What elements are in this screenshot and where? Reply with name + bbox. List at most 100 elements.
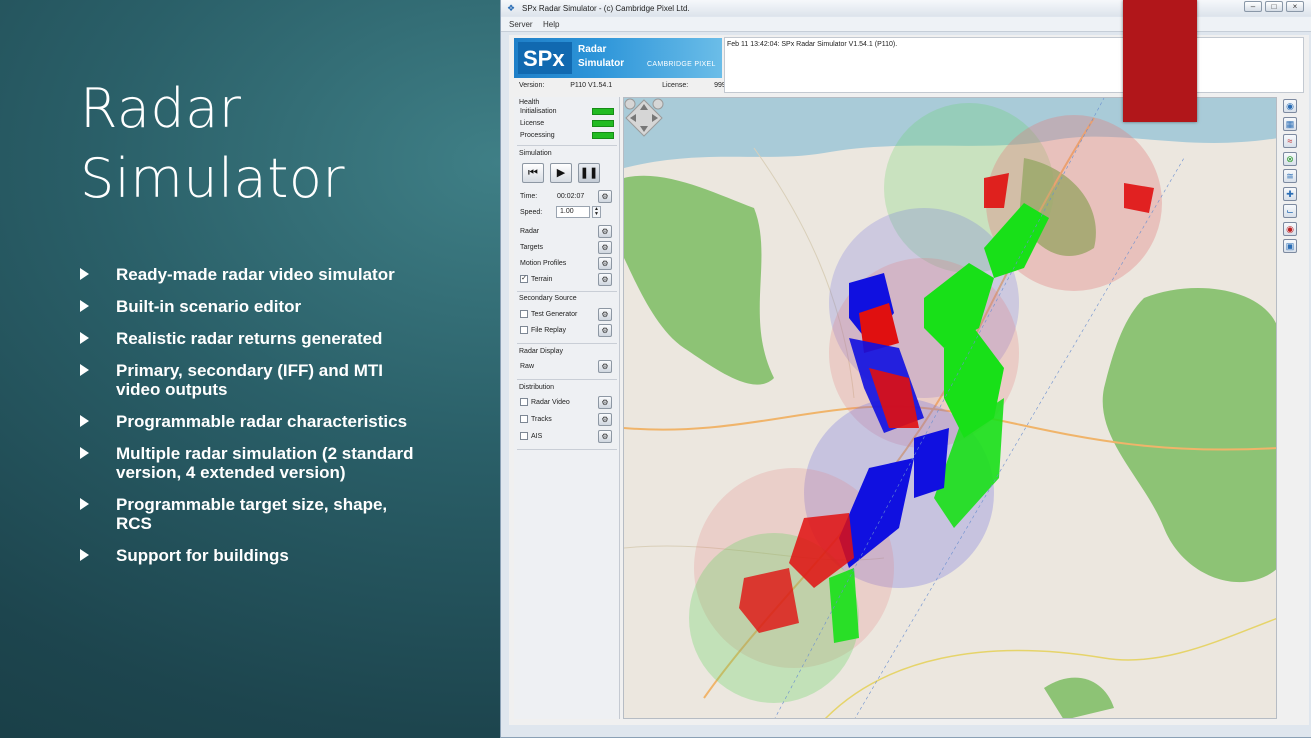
slide-title-line2: Simulator <box>80 147 346 210</box>
health-processing-status <box>592 132 614 139</box>
road <box>824 617 1276 718</box>
pause-button[interactable]: ❚❚ <box>578 163 600 183</box>
motion-profiles-label: Motion Profiles <box>520 260 567 267</box>
divider <box>517 379 617 380</box>
accent-bookmark <box>1123 0 1197 122</box>
map-layer-icon[interactable]: ▦ <box>1283 116 1297 131</box>
bullet-arrow-icon <box>80 268 89 280</box>
test-generator-settings-button[interactable]: ⚙ <box>598 308 612 321</box>
feature-item: Realistic radar returns generated <box>80 329 420 348</box>
spx-logo: SPx Radar Simulator CAMBRIDGE PIXEL <box>514 38 722 78</box>
terrain-label: Terrain <box>531 276 553 283</box>
time-value: 00:02:07 <box>557 193 585 200</box>
divider <box>517 291 617 292</box>
tracks-checkbox[interactable] <box>520 415 528 423</box>
bullet-arrow-icon <box>80 300 89 312</box>
ais-checkbox[interactable] <box>520 432 528 440</box>
forest-area <box>1102 288 1276 583</box>
camera-icon[interactable]: ▣ <box>1283 239 1297 253</box>
health-license: License <box>520 120 545 127</box>
terrain-checkbox[interactable]: ✓ <box>520 275 528 283</box>
forest-area <box>1044 677 1114 718</box>
tracks-label: Tracks <box>531 416 552 423</box>
radar-video-checkbox[interactable] <box>520 398 528 406</box>
feature-item: Primary, secondary (IFF) and MTI video o… <box>80 361 420 399</box>
health-processing: Processing <box>520 132 555 139</box>
feature-item: Multiple radar simulation (2 standard ve… <box>80 444 420 482</box>
feature-item: Built-in scenario editor <box>80 297 420 316</box>
control-panel: Health Initialisation License Processing… <box>514 97 620 719</box>
file-replay-label: File Replay <box>531 327 567 334</box>
app-icon: ❖ <box>507 3 516 13</box>
menu-help[interactable]: Help <box>543 20 559 29</box>
health-initialisation: Initialisation <box>520 108 557 115</box>
license-label: License: <box>662 82 689 89</box>
zoom-in-icon[interactable]: ✚ <box>1283 186 1297 201</box>
bullet-arrow-icon <box>80 332 89 344</box>
health-initialisation-status <box>592 108 614 115</box>
speed-input[interactable]: 1.00 <box>556 206 590 218</box>
logo-line1: Radar <box>578 44 607 55</box>
slide-title-line1: Radar <box>80 77 242 140</box>
targets-settings-button[interactable]: ⚙ <box>598 241 612 254</box>
rewind-button[interactable]: ⏮ <box>522 163 544 183</box>
radar-video-label: Radar Video <box>531 399 570 406</box>
radar-map[interactable] <box>623 97 1277 719</box>
target-icon[interactable]: ⊗ <box>1283 151 1297 166</box>
feature-text: Realistic radar returns generated <box>116 329 383 348</box>
logo-company: CAMBRIDGE PIXEL <box>647 61 716 68</box>
bullet-arrow-icon <box>80 498 89 510</box>
feature-item: Programmable target size, shape, RCS <box>80 495 420 533</box>
test-generator-checkbox[interactable] <box>520 310 528 318</box>
radar-video-settings-button[interactable]: ⚙ <box>598 396 612 409</box>
speed-label: Speed: <box>520 209 543 216</box>
version-label: Version: <box>519 82 545 89</box>
feature-item: Programmable radar characteristics <box>80 412 420 431</box>
chart-icon[interactable]: ≈ <box>1283 134 1297 148</box>
radar-return-red <box>1124 183 1154 213</box>
motion-profiles-settings-button[interactable]: ⚙ <box>598 257 612 270</box>
menu-server[interactable]: Server <box>509 20 533 29</box>
health-title: Health <box>519 99 540 106</box>
health-license-status <box>592 120 614 127</box>
radar-return-blue <box>914 428 949 498</box>
test-generator-label: Test Generator <box>531 311 578 318</box>
time-settings-button[interactable]: ⚙ <box>598 190 612 203</box>
feature-text: Support for buildings <box>116 546 289 565</box>
window-controls: – □ × <box>1244 1 1304 12</box>
radar-return-green <box>829 568 859 643</box>
signal-icon[interactable]: ≅ <box>1283 169 1297 183</box>
radar-settings-button[interactable]: ⚙ <box>598 225 612 238</box>
radar-display-settings-button[interactable]: ⚙ <box>598 360 612 373</box>
ais-label: AIS <box>531 433 543 440</box>
pin-icon[interactable]: ◉ <box>1283 221 1297 236</box>
file-replay-checkbox[interactable] <box>520 326 528 334</box>
bullet-arrow-icon <box>80 549 89 561</box>
tracks-settings-button[interactable]: ⚙ <box>598 413 612 426</box>
maximize-button[interactable]: □ <box>1265 1 1283 12</box>
measure-icon[interactable]: ⌙ <box>1283 204 1297 218</box>
message-log[interactable]: Feb 11 13:42:04: SPx Radar Simulator V1.… <box>724 37 1304 93</box>
radar-label: Radar <box>520 228 540 235</box>
ais-settings-button[interactable]: ⚙ <box>598 430 612 443</box>
terrain-settings-button[interactable]: ⚙ <box>598 273 612 286</box>
minimize-button[interactable]: – <box>1244 1 1262 12</box>
feature-text: Ready-made radar video simulator <box>116 265 395 284</box>
window-title: SPx Radar Simulator - (c) Cambridge Pixe… <box>522 4 690 13</box>
radar-display-title: Radar Display <box>519 348 563 355</box>
feature-text: Multiple radar simulation (2 standard ve… <box>116 444 414 482</box>
play-button[interactable]: ▶ <box>550 163 572 183</box>
radar-display-mode: Raw <box>520 363 535 370</box>
main-content: SPx Radar Simulator CAMBRIDGE PIXEL Vers… <box>509 35 1309 725</box>
targets-label: Targets <box>520 244 543 251</box>
feature-text: Primary, secondary (IFF) and MTI video o… <box>116 361 384 399</box>
speed-spinner[interactable]: ▲ ▼ <box>592 206 601 218</box>
file-replay-settings-button[interactable]: ⚙ <box>598 324 612 337</box>
speed-value: 1.00 <box>560 208 574 215</box>
close-button[interactable]: × <box>1286 1 1304 12</box>
feature-text: Programmable radar characteristics <box>116 412 408 431</box>
globe-icon[interactable]: ◉ <box>1283 99 1297 113</box>
feature-item: Ready-made radar video simulator <box>80 265 420 284</box>
map-pan-control[interactable] <box>624 98 664 138</box>
version-value: P110 V1.54.1 <box>570 82 613 89</box>
